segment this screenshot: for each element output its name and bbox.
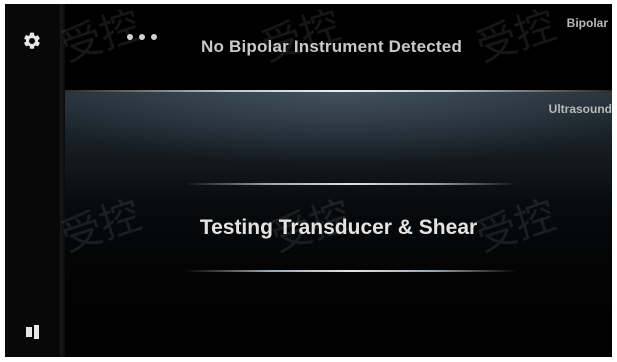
dot <box>151 34 157 40</box>
speaker-icon <box>26 325 39 339</box>
status-line-top <box>185 183 517 185</box>
bipolar-status-text: No Bipolar Instrument Detected <box>201 37 463 56</box>
status-line-bottom <box>185 270 517 272</box>
ultrasound-panel: Ultrasound Testing Transducer & Shear <box>65 92 612 357</box>
bipolar-section-label: Bipolar <box>566 16 608 30</box>
dot <box>139 34 145 40</box>
bipolar-panel: Bipolar No Bipolar Instrument Detected <box>65 4 612 90</box>
ultrasound-section-label: Ultrasound <box>548 102 612 116</box>
dot <box>127 34 133 40</box>
settings-button[interactable] <box>21 30 43 52</box>
more-dots-icon[interactable] <box>127 34 157 40</box>
sidebar <box>5 4 60 357</box>
volume-button[interactable] <box>23 322 43 342</box>
generator-screen: Bipolar No Bipolar Instrument Detected U… <box>5 4 612 357</box>
gear-icon <box>24 32 40 49</box>
ultrasound-status-text: Testing Transducer & Shear <box>199 216 478 239</box>
